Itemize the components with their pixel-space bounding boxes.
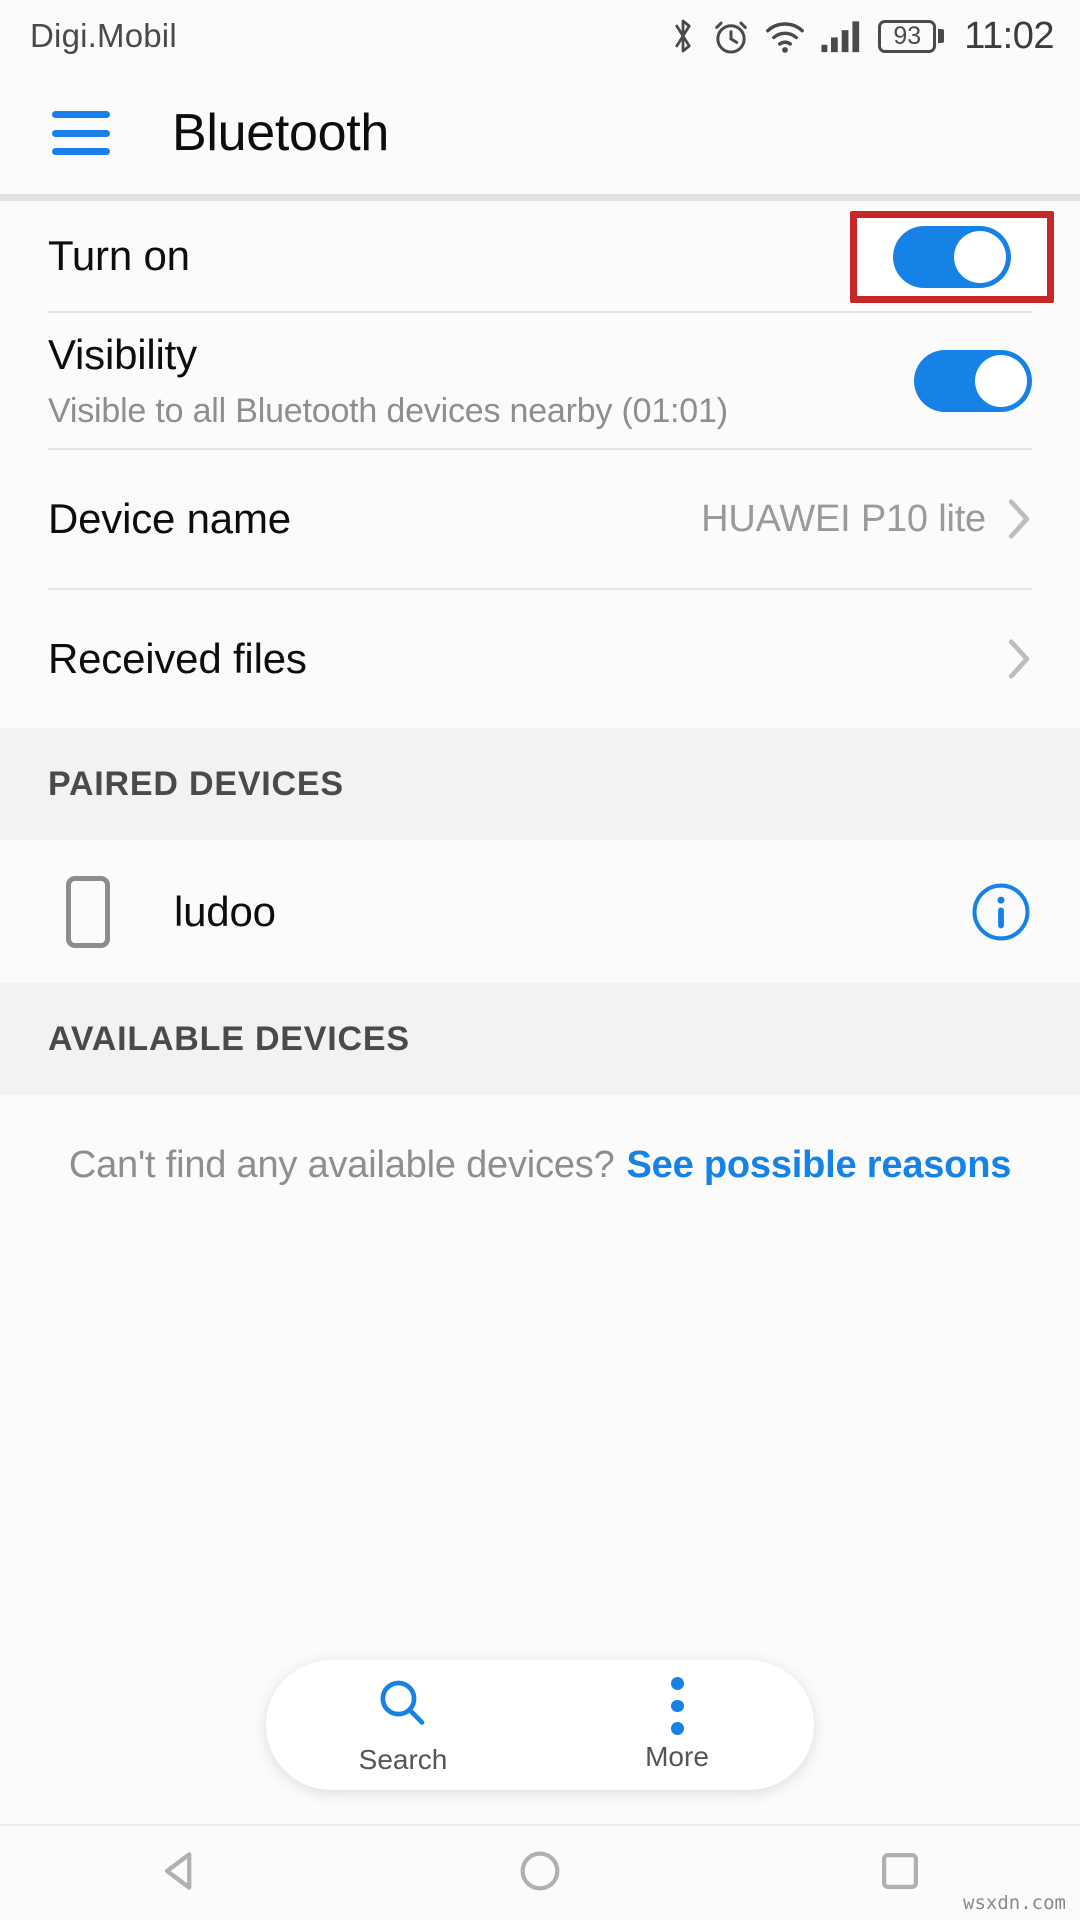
no-devices-hint-text: Can't find any available devices?: [68, 1143, 615, 1186]
home-circle-icon: [516, 1847, 564, 1900]
visibility-label: Visibility: [48, 330, 197, 378]
turn-on-label: Turn on: [48, 232, 190, 279]
back-triangle-icon: [156, 1847, 204, 1900]
clock-label: 11:02: [964, 14, 1054, 57]
turn-on-toggle[interactable]: [893, 226, 1011, 288]
setting-row-device-name[interactable]: Device name HUAWEI P10 lite: [0, 450, 1080, 588]
search-button[interactable]: Search: [266, 1660, 540, 1790]
carrier-label: Digi.Mobil: [30, 17, 177, 54]
see-possible-reasons-link[interactable]: See possible reasons: [627, 1144, 1012, 1187]
section-header-paired-devices: PAIRED DEVICES: [0, 728, 1080, 840]
section-header-available-devices: AVAILABLE DEVICES: [0, 983, 1080, 1095]
status-icons: 93 11:02: [668, 15, 1054, 58]
watermark-label: wsxdn.com: [963, 1892, 1066, 1914]
info-circle-icon[interactable]: [970, 881, 1032, 943]
wifi-icon: [764, 18, 806, 54]
search-label: Search: [358, 1743, 448, 1775]
battery-level: 93: [893, 21, 922, 50]
more-label: More: [645, 1741, 709, 1772]
device-name-value: HUAWEI P10 lite: [701, 497, 986, 540]
nav-back-button[interactable]: [120, 1825, 240, 1920]
paired-device-row[interactable]: ludoo: [0, 840, 1080, 983]
more-button[interactable]: More: [540, 1660, 814, 1790]
app-bar: Bluetooth: [0, 72, 1080, 194]
status-bar: Digi.Mobil 93 11:02: [0, 0, 1080, 72]
alarm-icon: [712, 16, 750, 56]
nav-home-button[interactable]: [480, 1825, 600, 1920]
phone-icon: [66, 875, 110, 948]
bluetooth-icon: [668, 15, 698, 57]
battery-icon: 93: [878, 19, 945, 53]
setting-row-turn-on[interactable]: Turn on: [0, 201, 1080, 311]
setting-row-visibility[interactable]: Visibility Visible to all Bluetooth devi…: [0, 313, 1080, 448]
settings-content: Turn on Visibility Visible to all Blueto…: [0, 201, 1080, 1824]
app-bar-divider: [0, 194, 1080, 201]
signal-icon: [820, 18, 864, 54]
android-nav-bar: wsxdn.com: [0, 1824, 1080, 1920]
hamburger-menu-icon[interactable]: [52, 111, 110, 155]
received-files-label: Received files: [48, 635, 307, 682]
setting-row-received-files[interactable]: Received files: [0, 590, 1080, 728]
visibility-toggle[interactable]: [914, 349, 1032, 412]
paired-device-name: ludoo: [174, 887, 276, 935]
no-devices-hint: Can't find any available devices? See po…: [0, 1095, 1080, 1235]
floating-action-bar: Search More: [266, 1660, 814, 1790]
more-vertical-icon: [670, 1677, 684, 1736]
chevron-right-icon: [1006, 497, 1032, 541]
recents-square-icon: [876, 1847, 924, 1900]
page-title: Bluetooth: [172, 104, 390, 162]
nav-recents-button[interactable]: [840, 1825, 960, 1920]
chevron-right-icon: [1006, 637, 1032, 681]
turn-on-highlight-box: [850, 211, 1054, 303]
search-icon: [374, 1675, 432, 1738]
visibility-subtitle: Visible to all Bluetooth devices nearby …: [48, 391, 728, 430]
device-name-label: Device name: [48, 495, 291, 542]
phone-screen: Digi.Mobil 93 11:02 Bluetooth Turn on Vi…: [0, 0, 1080, 1920]
